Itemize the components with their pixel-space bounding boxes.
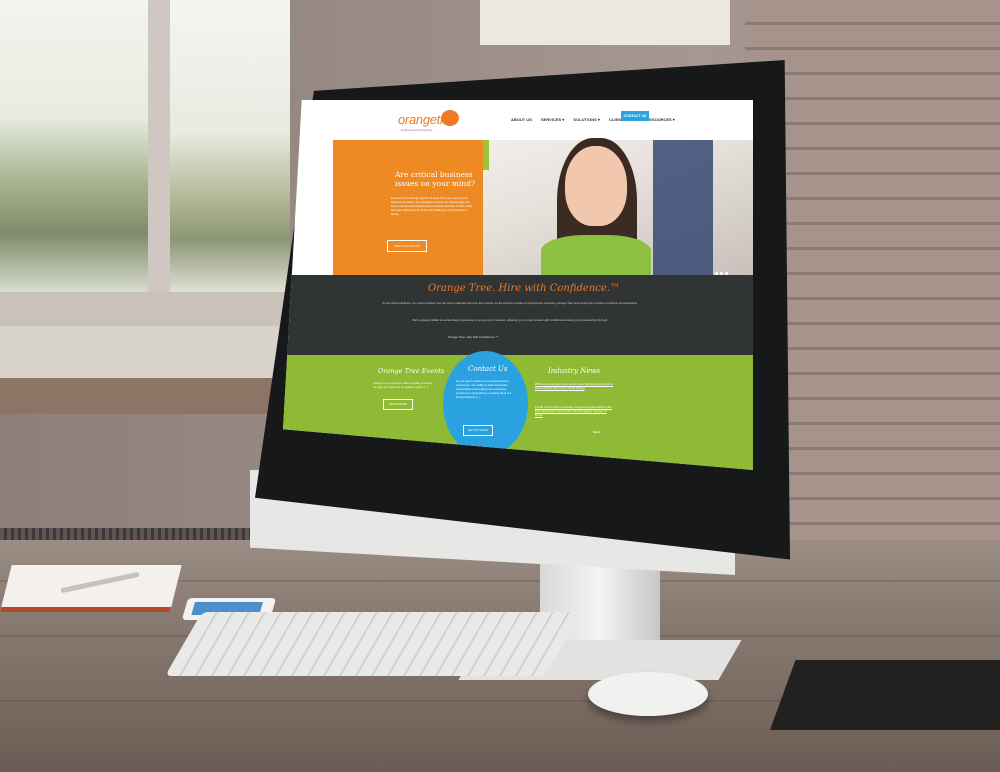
- window-sill: [0, 292, 290, 326]
- mouse: [588, 672, 708, 716]
- monitor-screen: orangetree Employment Screening ABOUT US…: [283, 100, 753, 470]
- hero-background-person: [653, 140, 713, 275]
- hero-banner: Are critical business issues on your min…: [283, 138, 753, 278]
- news-more-link[interactable]: More: [593, 430, 600, 434]
- site-header: orangetree Employment Screening ABOUT US…: [283, 100, 753, 140]
- notebook: [0, 565, 182, 612]
- learn-more-button[interactable]: LEARN MORE: [383, 399, 413, 410]
- contact-body: It's our goal to deliver an exceptional …: [456, 379, 512, 399]
- events-heading: Orange Tree Events: [378, 367, 445, 375]
- get-in-touch-button[interactable]: GET IN TOUCH: [463, 425, 493, 436]
- nav-solutions[interactable]: SOLUTIONS ▾: [573, 117, 599, 122]
- window-pane: [170, 0, 290, 292]
- contact-heading: Contact Us: [468, 365, 508, 373]
- news-link[interactable]: PBS's economy jobs short, and/or store B…: [535, 382, 615, 390]
- nav-services[interactable]: SERVICES ▾: [541, 117, 564, 122]
- hero-accent-stripe: [483, 140, 489, 170]
- news-link[interactable]: Fourth Circuit Affirms Summary Judgment …: [535, 405, 615, 417]
- hero-heading: Are critical business issues on your min…: [395, 170, 476, 188]
- confidence-paragraph: To hire with confidence, you need a part…: [382, 301, 638, 305]
- events-body: Orange Tree is proud to offer a variety …: [373, 381, 433, 389]
- hero-shirt: [541, 235, 651, 275]
- window-pane: [0, 0, 148, 292]
- contact-us-button[interactable]: CONTACT US: [621, 111, 649, 121]
- view-solutions-button[interactable]: VIEW SOLUTIONS: [387, 240, 427, 252]
- confidence-paragraph: We're uniquely skilled at extraordinary …: [412, 318, 608, 322]
- news-heading: Industry News: [548, 367, 601, 375]
- nav-resources[interactable]: RESOURCES ▾: [646, 117, 674, 122]
- hero-photo: [483, 138, 753, 278]
- nav-about-us[interactable]: ABOUT US: [511, 117, 532, 122]
- site-logo[interactable]: orangetree: [398, 112, 458, 127]
- keyboard: [165, 612, 582, 676]
- confidence-signature: Orange Tree. Hire with Confidence.™: [448, 335, 498, 339]
- confidence-section: Orange Tree. Hire with Confidence.™ To h…: [283, 275, 753, 355]
- confidence-heading: Orange Tree. Hire with Confidence.™: [428, 283, 620, 294]
- hero-body: Discover how working together Orange Tre…: [391, 196, 473, 216]
- logo-tagline: Employment Screening: [401, 128, 433, 132]
- window-upper: [480, 0, 730, 45]
- leather-folder: [770, 660, 1000, 730]
- hero-face: [565, 146, 627, 226]
- main-nav: ABOUT US SERVICES ▾ SOLUTIONS ▾ CLIENT L…: [511, 117, 683, 122]
- window-mullion: [148, 0, 170, 300]
